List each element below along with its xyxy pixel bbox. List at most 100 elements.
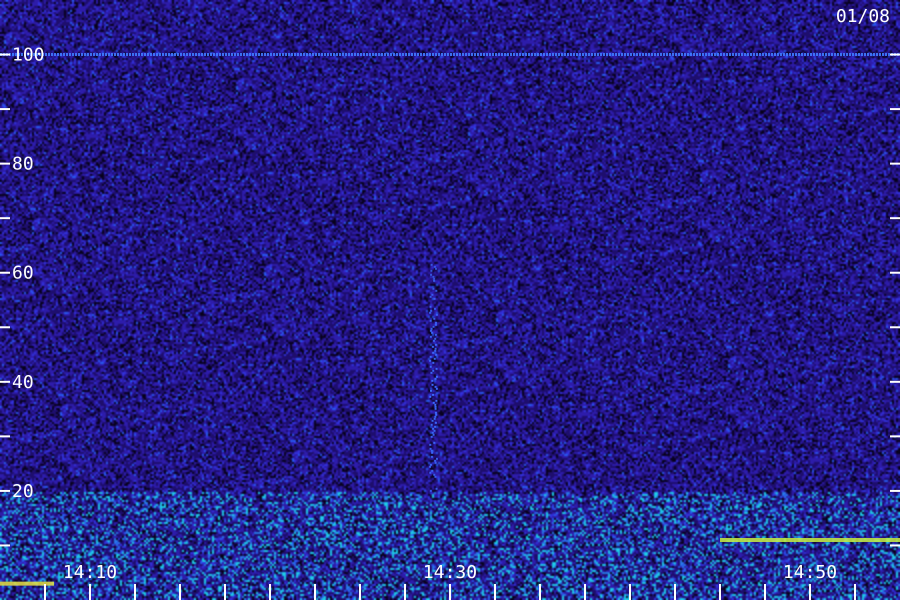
meteor-trace-pixel xyxy=(433,357,436,360)
meteor-trace-pixel xyxy=(429,335,432,338)
meteor-trace-pixel xyxy=(429,319,432,322)
meteor-trace-pixel xyxy=(434,403,437,406)
spectrogram-heat-layer xyxy=(0,0,900,600)
meteor-trace-pixel xyxy=(431,345,434,348)
meteor-trace-pixel xyxy=(435,353,438,356)
meteor-trace-pixel xyxy=(433,473,436,476)
meteor-trace-pixel xyxy=(434,459,437,462)
meteor-trace-pixel xyxy=(430,309,433,312)
y-tick-label-60: 60 xyxy=(12,263,34,284)
meteor-trace-pixel xyxy=(434,343,437,346)
meteor-trace-pixel xyxy=(435,487,438,490)
meteor-trace-pixel xyxy=(432,275,435,278)
meteor-trace-pixel xyxy=(433,297,436,300)
meteor-trace-pixel xyxy=(434,267,437,270)
meteor-trace-pixel xyxy=(434,407,437,410)
meteor-trace-pixel xyxy=(434,475,437,478)
meteor-trace-pixel xyxy=(429,359,432,362)
meteor-trace-pixel xyxy=(434,385,437,388)
meteor-trace-pixel xyxy=(433,417,436,420)
bright-band-4 xyxy=(720,538,900,542)
meteor-trace-pixel xyxy=(430,455,433,458)
meteor-trace-pixel xyxy=(429,389,432,392)
meteor-trace-pixel xyxy=(432,401,435,404)
meteor-trace-pixel xyxy=(433,429,436,432)
spectrogram-chart: 20 40 60 80 100 14:10 14:30 14:50 01/08 xyxy=(0,0,900,600)
meteor-trace-pixel xyxy=(434,411,437,414)
meteor-trace-pixel xyxy=(432,393,435,396)
meteor-trace-pixel xyxy=(430,371,433,374)
meteor-trace-pixel xyxy=(429,355,432,358)
meteor-trace-pixel xyxy=(430,449,433,452)
x-tick-label-1430: 14:30 xyxy=(423,562,477,583)
meteor-trace-pixel xyxy=(430,327,433,330)
meteor-trace-pixel xyxy=(429,463,432,466)
meteor-trace-pixel xyxy=(429,311,432,314)
x-tick-label-1410: 14:10 xyxy=(63,562,117,583)
meteor-trace-pixel xyxy=(429,295,432,298)
meteor-trace-pixel xyxy=(432,361,435,364)
meteor-trace-pixel xyxy=(434,333,437,336)
meteor-trace-pixel xyxy=(430,263,433,266)
meteor-trace-pixel xyxy=(432,325,435,328)
meteor-trace-pixel xyxy=(432,433,435,436)
meteor-trace-pixel xyxy=(433,441,436,444)
meteor-trace-pixel xyxy=(431,451,434,454)
meteor-trace-pixel xyxy=(430,435,433,438)
meteor-trace-pixel xyxy=(433,317,436,320)
meteor-trace-pixel xyxy=(431,431,434,434)
meteor-trace-pixel xyxy=(430,273,433,276)
meteor-trace-pixel xyxy=(435,413,438,416)
meteor-trace-pixel xyxy=(432,351,435,354)
meteor-trace-pixel xyxy=(432,427,435,430)
meteor-trace-pixel xyxy=(432,287,435,290)
x-tick-label-1450: 14:50 xyxy=(783,562,837,583)
meteor-trace-pixel xyxy=(433,279,436,282)
meteor-trace-pixel xyxy=(435,387,438,390)
y-tick-label-80: 80 xyxy=(12,154,34,175)
meteor-trace-pixel xyxy=(434,421,437,424)
meteor-trace-pixel xyxy=(429,365,432,368)
meteor-trace-pixel xyxy=(434,425,437,428)
y-tick-label-100: 100 xyxy=(12,45,45,66)
meteor-trace-pixel xyxy=(430,269,433,272)
meteor-trace-pixel xyxy=(431,379,434,382)
meteor-trace-pixel xyxy=(434,337,437,340)
meteor-trace-pixel xyxy=(431,331,434,334)
meteor-trace-pixel xyxy=(434,461,437,464)
meteor-trace-pixel xyxy=(435,367,438,370)
meteor-trace-pixel xyxy=(434,405,437,408)
meteor-trace-pixel xyxy=(431,469,434,472)
meteor-trace-pixel xyxy=(431,419,434,422)
meteor-trace-pixel xyxy=(433,277,436,280)
meteor-trace-pixel xyxy=(433,307,436,310)
y-tick-label-40: 40 xyxy=(12,372,34,393)
meteor-trace-pixel xyxy=(435,313,438,316)
meteor-trace-pixel xyxy=(434,323,437,326)
meteor-trace-pixel xyxy=(431,383,434,386)
meteor-trace-pixel xyxy=(435,321,438,324)
meteor-trace-pixel xyxy=(429,465,432,468)
meteor-trace-pixel xyxy=(429,443,432,446)
meteor-trace-pixel xyxy=(431,293,434,296)
meteor-trace-pixel xyxy=(435,289,438,292)
meteor-trace-pixel xyxy=(435,457,438,460)
meteor-trace-pixel xyxy=(434,349,437,352)
meteor-trace-pixel xyxy=(434,377,437,380)
date-label: 01/08 xyxy=(836,6,890,27)
meteor-trace-pixel xyxy=(434,415,437,418)
meteor-trace-pixel xyxy=(429,489,432,492)
meteor-trace-pixel xyxy=(429,471,432,474)
meteor-trace-pixel xyxy=(432,339,435,342)
meteor-trace-pixel xyxy=(434,347,437,350)
meteor-trace-pixel xyxy=(429,447,432,450)
meteor-trace-pixel xyxy=(435,375,438,378)
meteor-trace-pixel xyxy=(429,395,432,398)
meteor-trace-pixel xyxy=(432,369,435,372)
meteor-trace-pixel xyxy=(435,399,438,402)
y-tick-label-20: 20 xyxy=(12,481,34,502)
meteor-trace-pixel xyxy=(429,305,432,308)
meteor-trace-pixel xyxy=(429,329,432,332)
meteor-trace-pixel xyxy=(433,265,436,268)
meteor-trace-pixel xyxy=(430,423,433,426)
